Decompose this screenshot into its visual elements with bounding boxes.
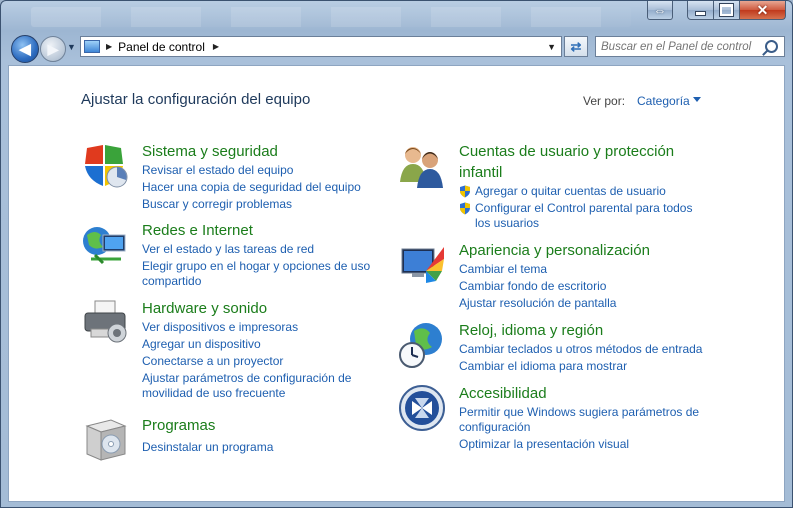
arrow-left-icon: ◀ <box>19 41 31 58</box>
system-links: Revisar el estado del equipo Hacer una c… <box>142 163 361 214</box>
maximize-icon <box>719 3 734 17</box>
uac-shield-icon <box>460 185 470 198</box>
hardware-links: Ver dispositivos e impresoras Agregar un… <box>142 320 351 403</box>
link-screen-resolution[interactable]: Ajustar resolución de pantalla <box>459 296 616 311</box>
link-homegroup-cont[interactable]: compartido <box>142 274 370 289</box>
breadcrumb-separator-icon[interactable]: ▶ <box>106 42 112 51</box>
category-title-accessibility[interactable]: Accesibilidad <box>459 384 547 404</box>
category-title-system[interactable]: Sistema y seguridad <box>142 142 278 162</box>
link-add-remove-accounts[interactable]: Agregar o quitar cuentas de usuario <box>459 184 692 199</box>
link-mobility[interactable]: Ajustar parámetros de configuración de <box>142 371 351 386</box>
printer-icon[interactable] <box>81 299 129 347</box>
refresh-icon: ⇄ <box>570 38 582 54</box>
control-panel-icon <box>84 40 100 53</box>
link-uninstall[interactable]: Desinstalar un programa <box>142 440 273 455</box>
link-parental-control[interactable]: Configurar el Control parental para todo… <box>459 201 692 216</box>
breadcrumb-chevron-icon[interactable]: ▶ <box>213 42 219 51</box>
refresh-button[interactable]: ⇄ <box>564 36 588 57</box>
link-windows-suggest-cont[interactable]: configuración <box>459 420 699 435</box>
link-parental-control-label: Configurar el Control parental para todo… <box>475 201 693 215</box>
clock-links: Cambiar teclados u otros métodos de entr… <box>459 342 702 376</box>
link-mobility-cont[interactable]: movilidad de uso frecuente <box>142 386 351 401</box>
link-optimize-visual[interactable]: Optimizar la presentación visual <box>459 437 699 452</box>
users-icon[interactable] <box>398 142 446 190</box>
category-title-clock[interactable]: Reloj, idioma y región <box>459 321 603 341</box>
link-add-device[interactable]: Agregar un dispositivo <box>142 337 351 352</box>
shield-security-icon[interactable] <box>81 142 129 190</box>
minimize-icon <box>695 10 706 16</box>
category-title-accounts-cont[interactable]: infantil <box>459 163 502 183</box>
category-title-accounts[interactable]: Cuentas de usuario y protección <box>459 142 674 162</box>
programs-box-icon[interactable] <box>81 416 129 464</box>
maximize-button[interactable] <box>714 1 740 20</box>
accounts-links: Agregar o quitar cuentas de usuario Conf… <box>459 184 692 233</box>
link-parental-control-cont[interactable]: los usuarios <box>459 216 692 231</box>
link-add-remove-accounts-label: Agregar o quitar cuentas de usuario <box>475 184 666 198</box>
clock-globe-icon[interactable] <box>398 321 446 369</box>
link-windows-suggest[interactable]: Permitir que Windows sugiera parámetros … <box>459 405 699 420</box>
back-button[interactable]: ◀ <box>11 35 39 63</box>
view-by-chevron-down-icon[interactable] <box>693 97 701 102</box>
address-dropdown-icon[interactable]: ▼ <box>547 42 556 52</box>
resize-button[interactable]: ⇔ <box>647 1 673 20</box>
link-troubleshoot[interactable]: Buscar y corregir problemas <box>142 197 361 212</box>
arrow-right-icon: ▶ <box>47 40 59 57</box>
search-icon[interactable] <box>765 40 778 53</box>
minimize-button[interactable] <box>687 1 714 20</box>
accessibility-icon[interactable] <box>398 384 446 432</box>
category-title-appearance[interactable]: Apariencia y personalización <box>459 241 650 261</box>
link-keyboards[interactable]: Cambiar teclados u otros métodos de entr… <box>459 342 702 357</box>
link-display-language[interactable]: Cambiar el idioma para mostrar <box>459 359 702 374</box>
view-by-dropdown[interactable]: Categoría <box>637 94 690 108</box>
accessibility-links: Permitir que Windows sugiera parámetros … <box>459 405 699 454</box>
link-review-status[interactable]: Revisar el estado del equipo <box>142 163 361 178</box>
navigation-toolbar: ◀ ▶ ▼ ▶ Panel de control ▶ ▼ ⇄ <box>1 31 792 65</box>
link-network-status[interactable]: Ver el estado y las tareas de red <box>142 242 370 257</box>
appearance-links: Cambiar el tema Cambiar fondo de escrito… <box>459 262 616 313</box>
search-box[interactable] <box>595 36 785 57</box>
link-change-theme[interactable]: Cambiar el tema <box>459 262 616 277</box>
resize-icon: ⇔ <box>653 2 667 18</box>
programs-links: Desinstalar un programa <box>142 440 273 457</box>
network-globe-icon[interactable] <box>81 221 129 269</box>
close-button[interactable]: ✕ <box>740 1 786 20</box>
link-homegroup[interactable]: Elegir grupo en el hogar y opciones de u… <box>142 259 370 274</box>
view-by-label: Ver por: <box>583 94 626 108</box>
link-devices-printers[interactable]: Ver dispositivos e impresoras <box>142 320 351 335</box>
link-projector[interactable]: Conectarse a un proyector <box>142 354 351 369</box>
category-title-programs[interactable]: Programas <box>142 416 215 436</box>
control-panel-window: ⇔ ✕ ◀ ▶ ▼ ▶ Panel de control ▶ ▼ ⇄ Busca… <box>0 0 793 508</box>
page-title: Ajustar la configuración del equipo <box>81 91 311 108</box>
recent-pages-dropdown[interactable]: ▼ <box>67 42 76 52</box>
close-icon: ✕ <box>756 1 769 18</box>
forward-button[interactable]: ▶ <box>40 36 66 62</box>
uac-shield-icon <box>460 202 470 215</box>
link-backup[interactable]: Hacer una copia de seguridad del equipo <box>142 180 361 195</box>
content-pane: Ajustar la configuración del equipo Ver … <box>8 65 785 502</box>
appearance-monitor-icon[interactable] <box>398 241 446 289</box>
caption-buttons: ⇔ ✕ <box>647 1 786 20</box>
breadcrumb-control-panel[interactable]: Panel de control <box>118 40 205 54</box>
category-title-hardware[interactable]: Hardware y sonido <box>142 299 267 319</box>
search-input[interactable] <box>601 40 761 53</box>
network-links: Ver el estado y las tareas de red Elegir… <box>142 242 370 291</box>
title-bar-background <box>31 7 631 27</box>
category-title-network[interactable]: Redes e Internet <box>142 221 253 241</box>
address-bar[interactable]: ▶ Panel de control ▶ ▼ <box>80 36 562 57</box>
link-desktop-background[interactable]: Cambiar fondo de escritorio <box>459 279 616 294</box>
title-bar[interactable]: ⇔ ✕ <box>1 1 792 31</box>
